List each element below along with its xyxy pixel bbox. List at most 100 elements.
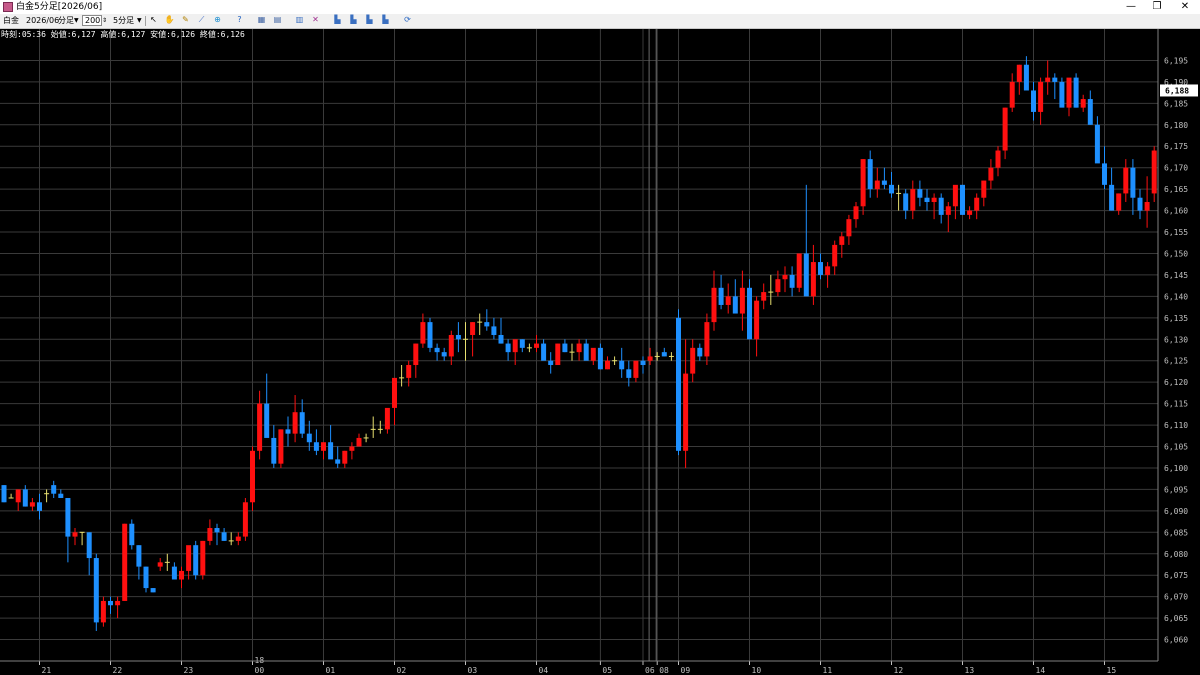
x-tick-label: 11: [823, 666, 833, 675]
candle-body: [299, 412, 305, 434]
candle-body: [917, 189, 923, 198]
candle-body: [576, 343, 582, 353]
candle-body: [470, 322, 476, 335]
bar-chart-icon[interactable]: ▥: [294, 15, 305, 26]
candle-body: [214, 528, 220, 533]
x-tick-label: 02: [397, 666, 407, 675]
candle-body: [952, 184, 958, 207]
candle-body: [171, 566, 177, 580]
x-tick-label: 21: [42, 666, 52, 675]
candle-body: [115, 600, 121, 606]
separator: [145, 16, 146, 26]
help-icon[interactable]: ?: [234, 15, 245, 26]
candle-body: [1038, 81, 1044, 112]
candle-body: [65, 497, 71, 537]
cursor-icon[interactable]: ↖: [148, 15, 159, 26]
candle-body: [250, 450, 255, 503]
candle-body: [931, 197, 937, 203]
symbol-label[interactable]: 白金: [3, 14, 19, 28]
indicator-icon[interactable]: ✕: [310, 15, 321, 26]
candle-body: [967, 210, 973, 215]
candle-body: [448, 334, 454, 357]
spinner-icon[interactable]: ⇕: [102, 14, 107, 28]
candle-body: [938, 197, 944, 215]
candle-body: [960, 184, 965, 215]
candle-body: [143, 566, 149, 589]
y-tick-label: 6,145: [1164, 271, 1188, 280]
chevron-down-icon[interactable]: ▼: [137, 14, 142, 28]
candle-body: [129, 523, 135, 546]
candle-body: [484, 322, 490, 327]
candle-body: [335, 459, 341, 464]
candle-body: [1109, 184, 1115, 211]
interval-select[interactable]: 5分足: [113, 14, 134, 28]
candle-body: [72, 532, 78, 537]
x-tick-label: 09: [681, 666, 691, 675]
candle-body: [761, 292, 767, 301]
grid-icon[interactable]: ▤: [272, 15, 283, 26]
x-tick-label: 06: [645, 666, 655, 675]
candle-body: [619, 360, 625, 370]
candle-body: [406, 365, 412, 378]
candle-body: [747, 287, 752, 340]
chart-c-icon[interactable]: ▙: [364, 15, 375, 26]
candle-body: [548, 360, 554, 366]
candle-body: [427, 322, 433, 348]
count-input[interactable]: 200: [82, 15, 102, 26]
candle-body: [58, 493, 64, 498]
restore-button[interactable]: ❐: [1144, 0, 1170, 14]
candle-body: [562, 343, 568, 353]
minimize-button[interactable]: —: [1118, 0, 1144, 14]
pencil-icon[interactable]: ✎: [180, 15, 191, 26]
candle-body: [271, 437, 277, 464]
candle-body: [874, 180, 880, 190]
chart-area[interactable]: 6,060 6,065 6,070 6,075 6,080 6,085 6,090 6,095…: [0, 29, 1200, 675]
y-tick-label: 6,185: [1164, 99, 1188, 108]
candle-body: [555, 343, 561, 366]
table-icon[interactable]: ▦: [256, 15, 267, 26]
candle-body: [86, 532, 92, 559]
chevron-down-icon[interactable]: ▼: [74, 14, 79, 28]
period-unit-select[interactable]: 分足: [58, 14, 74, 28]
candle-body: [51, 485, 57, 494]
chart-d-icon[interactable]: ▙: [380, 15, 391, 26]
y-tick-label: 6,060: [1164, 636, 1188, 645]
candle-body: [633, 360, 639, 378]
candle-body: [1023, 64, 1029, 91]
candle-body: [881, 180, 887, 185]
chart-b-icon[interactable]: ▙: [348, 15, 359, 26]
candle-body: [193, 545, 199, 576]
contract-label[interactable]: 2026/06: [26, 14, 59, 28]
candle-body: [903, 193, 909, 211]
hand-icon[interactable]: ✋: [164, 15, 175, 26]
candle-body: [626, 369, 632, 378]
candle-body: [392, 377, 397, 408]
candle-body: [420, 322, 426, 344]
zoom-icon[interactable]: ⊕: [212, 15, 223, 26]
candle-body: [512, 339, 518, 353]
candle-body: [491, 326, 497, 335]
candle-body: [839, 236, 845, 245]
y-tick-label: 6,085: [1164, 528, 1188, 537]
y-tick-label: 6,150: [1164, 249, 1188, 258]
candle-body: [796, 253, 802, 288]
candle-body: [328, 442, 334, 460]
candle-body: [974, 197, 980, 211]
candle-body: [832, 244, 838, 267]
candle-body: [93, 558, 99, 623]
candle-body: [775, 279, 781, 293]
candle-body: [150, 588, 156, 593]
chart-a-icon[interactable]: ▙: [332, 15, 343, 26]
refresh-icon[interactable]: ⟳: [402, 15, 413, 26]
candle-body: [889, 184, 894, 194]
y-tick-label: 6,090: [1164, 507, 1188, 516]
candlestick-chart[interactable]: 6,060 6,065 6,070 6,075 6,080 6,085 6,090 6,095…: [0, 29, 1200, 675]
candle-body: [321, 442, 326, 451]
close-button[interactable]: ✕: [1172, 0, 1198, 14]
candle-body: [860, 159, 866, 207]
y-tick-label: 6,070: [1164, 593, 1188, 602]
y-tick-label: 6,140: [1164, 292, 1188, 301]
ruler-icon[interactable]: ⟋: [196, 15, 207, 26]
candle-body: [1094, 124, 1100, 164]
candle-body: [661, 352, 667, 357]
